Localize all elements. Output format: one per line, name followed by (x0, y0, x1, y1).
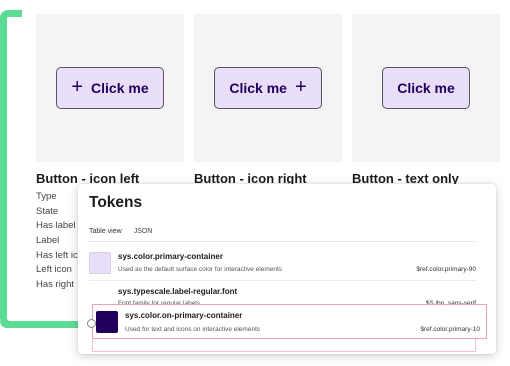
token-ref: $ref.color.primary-10 (420, 326, 480, 333)
card-text-only: Click me Button - text only (352, 14, 500, 186)
properties-list: Type State Has label Label Has left ic L… (36, 191, 80, 294)
property-label: Left icon (36, 264, 72, 276)
property-label: Label (36, 235, 60, 247)
button-icon-right[interactable]: Click me + (214, 67, 322, 109)
property-label: Has left ic (36, 249, 78, 261)
token-name: sys.typescale.label-regular.font (118, 287, 238, 296)
button-preview: Click me (352, 14, 500, 162)
property-label: State (36, 205, 59, 217)
token-description: Used for text and icons on interactive e… (125, 326, 261, 333)
token-description: Used as the default surface color for in… (118, 266, 283, 273)
row-divider (89, 280, 476, 281)
tab-json[interactable]: JSON (134, 228, 153, 242)
button-preview: + Click me (36, 14, 184, 162)
token-ref: $ref.color.primary-90 (416, 266, 476, 273)
tabs: Table view JSON (89, 228, 152, 242)
button-text-only[interactable]: Click me (382, 67, 470, 109)
button-preview: Click me + (194, 14, 342, 162)
property-label: Type (36, 191, 57, 202)
token-row-dragged[interactable]: sys.color.on-primary-container Used for … (96, 311, 483, 335)
token-name: sys.color.on-primary-container (125, 311, 243, 320)
property-label: Has label (36, 220, 76, 232)
button-label: Click me (397, 80, 455, 96)
button-label: Click me (91, 80, 149, 96)
button-label: Click me (229, 80, 287, 96)
button-icon-left[interactable]: + Click me (56, 67, 164, 109)
tabs-divider (89, 241, 476, 242)
card-icon-right: Click me + Button - icon right (194, 14, 342, 186)
color-swatch (89, 252, 111, 274)
drop-indicator (92, 338, 476, 352)
plus-icon: + (294, 76, 307, 98)
color-swatch (96, 311, 118, 333)
drag-handle-icon[interactable] (87, 319, 96, 328)
selection-frame (0, 10, 22, 328)
token-row[interactable]: sys.color.primary-container Used as the … (89, 250, 476, 280)
token-name: sys.color.primary-container (118, 252, 223, 261)
token-row[interactable]: sys.typescale.label-regular.font Font fa… (89, 286, 476, 307)
card-icon-left: + Click me Button - icon left (36, 14, 184, 186)
plus-icon: + (71, 76, 84, 98)
panel-title: Tokens (89, 194, 143, 211)
selection-frame-bottom (0, 321, 80, 328)
property-label: Has right (36, 279, 75, 291)
tab-table-view[interactable]: Table view (89, 228, 122, 242)
